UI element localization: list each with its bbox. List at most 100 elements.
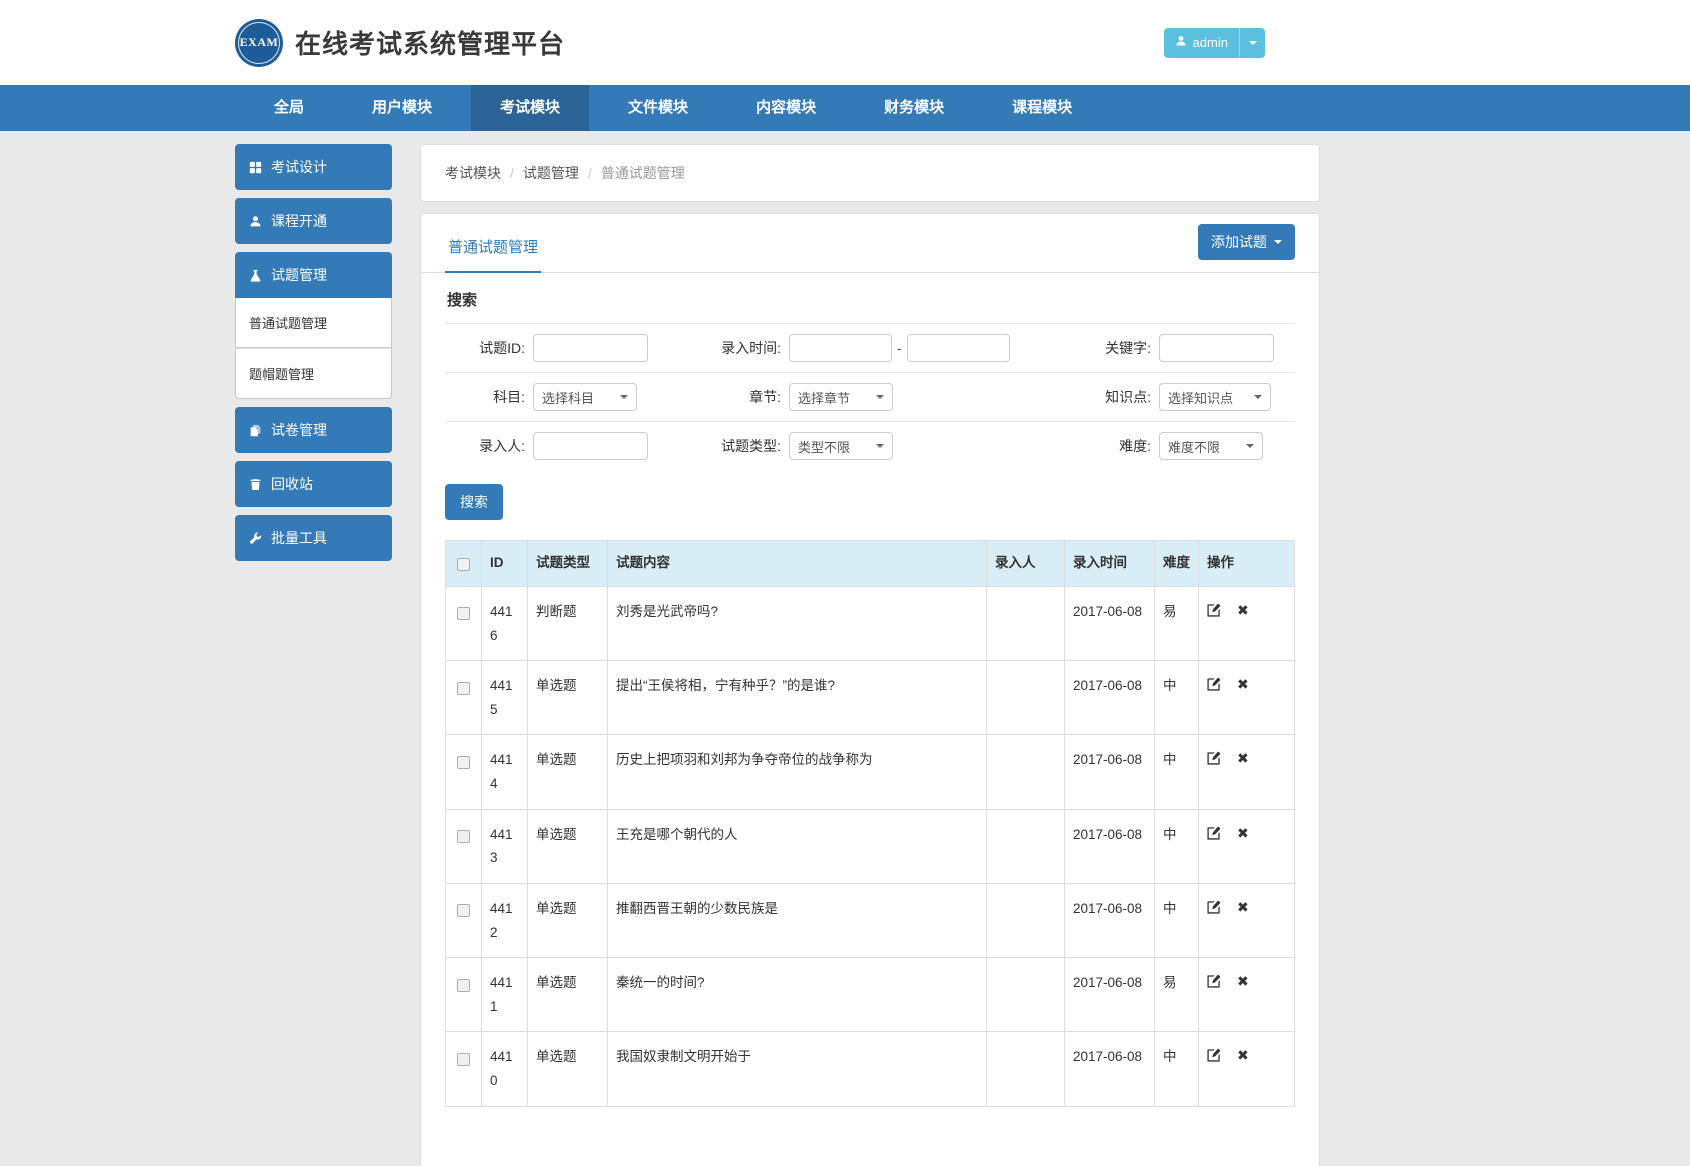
chevron-down-icon [876, 395, 884, 399]
sidebar-item-label: 回收站 [271, 474, 313, 494]
question-type-select[interactable]: 类型不限 [789, 432, 893, 460]
sidebar-item[interactable]: 批量工具 [235, 515, 392, 561]
row-checkbox[interactable] [457, 904, 470, 917]
trash-icon [248, 477, 262, 491]
sidebar-item[interactable]: 题帽题管理 [235, 348, 392, 399]
select-all-checkbox[interactable] [457, 558, 470, 571]
edit-icon[interactable] [1207, 900, 1221, 914]
cell-question-type: 单选题 [528, 735, 608, 809]
user-icon [1175, 35, 1187, 50]
nav-item[interactable]: 内容模块 [727, 85, 845, 131]
delete-icon[interactable]: ✖ [1237, 900, 1249, 914]
breadcrumb: 考试模块 试题管理 普通试题管理 [445, 163, 1295, 183]
delete-icon[interactable]: ✖ [1237, 974, 1249, 988]
edit-icon[interactable] [1207, 677, 1221, 691]
sidebar-item[interactable]: 试题管理 [235, 252, 392, 298]
top-header: EXAM 在线考试系统管理平台 admin [0, 0, 1690, 85]
sidebar-item-label: 题帽题管理 [249, 367, 314, 382]
sidebar-item[interactable]: 考试设计 [235, 144, 392, 190]
cell-id: 4415 [482, 661, 528, 735]
cell-question-type: 单选题 [528, 958, 608, 1032]
sidebar-item[interactable]: 课程开通 [235, 198, 392, 244]
search-section-title: 搜索 [445, 273, 1295, 324]
row-checkbox[interactable] [457, 682, 470, 695]
sidebar-item[interactable]: 试卷管理 [235, 407, 392, 453]
row-checkbox[interactable] [457, 607, 470, 620]
nav-item[interactable]: 财务模块 [855, 85, 973, 131]
cell-question-content: 我国奴隶制文明开始于 [608, 1032, 987, 1106]
edit-icon[interactable] [1207, 826, 1221, 840]
row-checkbox[interactable] [457, 1053, 470, 1066]
edit-icon[interactable] [1207, 1048, 1221, 1062]
admin-button[interactable]: admin [1164, 28, 1239, 58]
row-actions: ✖ [1207, 1045, 1286, 1062]
cell-difficulty: 中 [1155, 735, 1199, 809]
admin-control: admin [1164, 28, 1265, 58]
nav-item[interactable]: 文件模块 [599, 85, 717, 131]
edit-icon[interactable] [1207, 974, 1221, 988]
keyword-input[interactable] [1159, 334, 1274, 362]
nav-item-label: 财务模块 [884, 99, 944, 116]
col-header-difficulty: 难度 [1155, 541, 1199, 587]
knowledge-select-value: 选择知识点 [1168, 388, 1233, 407]
delete-icon[interactable]: ✖ [1237, 677, 1249, 691]
row-checkbox[interactable] [457, 756, 470, 769]
cell-entry-time: 2017-06-08 [1065, 1032, 1155, 1106]
admin-dropdown-toggle[interactable] [1239, 28, 1265, 58]
sidebar-item[interactable]: 回收站 [235, 461, 392, 507]
brand: EXAM 在线考试系统管理平台 [235, 19, 565, 67]
delete-icon[interactable]: ✖ [1237, 1048, 1249, 1062]
difficulty-select-value: 难度不限 [1168, 437, 1220, 456]
knowledge-select[interactable]: 选择知识点 [1159, 383, 1271, 411]
entry-time-start-input[interactable] [789, 334, 892, 362]
table-row: 4413 单选题 王充是哪个朝代的人 2017-06-08 中 ✖ [446, 809, 1295, 883]
nav-item-label: 文件模块 [628, 99, 688, 116]
cell-difficulty: 中 [1155, 809, 1199, 883]
sidebar-item[interactable]: 普通试题管理 [235, 298, 392, 348]
breadcrumb-item[interactable]: 考试模块 [445, 163, 501, 183]
cell-question-type: 单选题 [528, 661, 608, 735]
question-id-input[interactable] [533, 334, 648, 362]
search-row-1: 试题ID: 录入时间: - 关键字: [445, 324, 1295, 373]
cell-difficulty: 中 [1155, 1032, 1199, 1106]
nav-item[interactable]: 用户模块 [343, 85, 461, 131]
subject-select[interactable]: 选择科目 [533, 383, 637, 411]
row-actions: ✖ [1207, 600, 1286, 617]
add-question-button[interactable]: 添加试题 [1198, 224, 1295, 260]
nav-item[interactable]: 全局 [245, 85, 333, 131]
enterer-input[interactable] [533, 432, 648, 460]
subject-select-value: 选择科目 [542, 388, 594, 407]
table-row: 4416 判断题 刘秀是光武帝吗? 2017-06-08 易 ✖ [446, 586, 1295, 660]
nav-item[interactable]: 课程模块 [983, 85, 1101, 131]
cell-question-content: 推翻西晋王朝的少数民族是 [608, 883, 987, 957]
nav-item[interactable]: 考试模块 [471, 85, 589, 131]
question-type-select-value: 类型不限 [798, 437, 850, 456]
entry-time-label: 录入时间: [656, 338, 789, 358]
entry-time-end-input[interactable] [907, 334, 1010, 362]
cell-id: 4414 [482, 735, 528, 809]
breadcrumb-item: 普通试题管理 [579, 163, 685, 183]
cell-enterer [987, 958, 1065, 1032]
row-checkbox[interactable] [457, 979, 470, 992]
sidebar: 考试设计 课程开通 试题管理 普通试题管理 题帽题管理 试卷管理 回收站 [235, 144, 392, 561]
chapter-select[interactable]: 选择章节 [789, 383, 893, 411]
edit-icon[interactable] [1207, 751, 1221, 765]
wrench-icon [248, 531, 262, 545]
breadcrumb-item[interactable]: 试题管理 [501, 163, 579, 183]
search-button[interactable]: 搜索 [445, 484, 503, 520]
difficulty-select[interactable]: 难度不限 [1159, 432, 1263, 460]
delete-icon[interactable]: ✖ [1237, 603, 1249, 617]
cell-question-type: 单选题 [528, 883, 608, 957]
sidebar-item-label: 试题管理 [271, 265, 327, 285]
row-actions: ✖ [1207, 823, 1286, 840]
tab-normal-question-management[interactable]: 普通试题管理 [445, 218, 541, 273]
delete-icon[interactable]: ✖ [1237, 826, 1249, 840]
row-checkbox[interactable] [457, 830, 470, 843]
edit-icon[interactable] [1207, 603, 1221, 617]
questions-table-wrap: ID 试题类型 试题内容 录入人 录入时间 难度 操作 4416 判断题 [421, 540, 1319, 1107]
search-section: 搜索 试题ID: 录入时间: - 关键字: [421, 273, 1319, 540]
sidebar-item-label: 批量工具 [271, 528, 327, 548]
delete-icon[interactable]: ✖ [1237, 751, 1249, 765]
cell-id: 4412 [482, 883, 528, 957]
cell-entry-time: 2017-06-08 [1065, 958, 1155, 1032]
